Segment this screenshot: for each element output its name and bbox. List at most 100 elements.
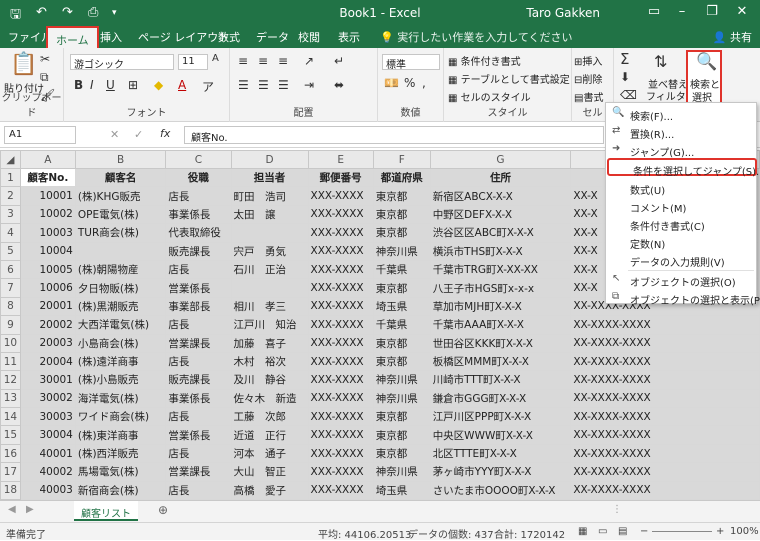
cell[interactable]: (株)東洋商事 <box>74 425 167 445</box>
cell[interactable]: XX-XXXX-XXXX <box>570 370 760 390</box>
bold-icon[interactable]: B <box>74 78 83 92</box>
cell[interactable]: XX-XXXX-XXXX <box>570 480 760 500</box>
cell[interactable]: XXX-XXXX <box>307 407 374 427</box>
share-button[interactable]: 👤 共有 <box>713 29 752 45</box>
cell[interactable]: 神奈川県 <box>372 388 431 409</box>
cell[interactable]: 40002 <box>19 462 76 482</box>
cell[interactable]: 事業係長 <box>165 388 232 409</box>
border-icon[interactable]: ⊞ <box>128 78 138 92</box>
cell[interactable]: 40003 <box>19 480 76 500</box>
clear-icon[interactable]: ⌫ <box>620 88 637 102</box>
cell[interactable]: 東京都 <box>372 186 431 206</box>
cell[interactable]: 茅ヶ崎市YYY町X-X-X <box>429 462 572 482</box>
cell[interactable] <box>230 223 309 243</box>
fill-color-icon[interactable]: ◆ <box>154 78 163 92</box>
cell[interactable]: (株)小島販売 <box>74 370 167 390</box>
cell[interactable]: 埼玉県 <box>372 480 431 500</box>
cell[interactable]: XXX-XXXX <box>307 241 374 261</box>
cell[interactable]: XX-XXXX-XXXX <box>570 443 760 464</box>
cell[interactable]: 海洋電気(株) <box>74 388 167 409</box>
cell[interactable]: XX-XXXX-XXXX <box>570 333 760 353</box>
select-all-corner[interactable]: ◢ <box>0 150 21 169</box>
conditional-formatting-button[interactable]: ▦ 条件付き書式 <box>448 53 521 68</box>
cell[interactable]: 江戸川区PPP町X-X-X <box>429 407 572 427</box>
row-header[interactable]: 11 <box>0 351 21 372</box>
cell[interactable]: 都道府県 <box>372 167 431 188</box>
cell[interactable]: XXX-XXXX <box>307 204 374 225</box>
cell[interactable]: 木村 裕次 <box>230 351 309 372</box>
cell[interactable]: 江戸川 知治 <box>230 315 309 335</box>
cell[interactable]: 20003 <box>19 333 76 353</box>
row-header[interactable]: 6 <box>0 259 21 280</box>
cell[interactable]: 神奈川県 <box>372 241 431 261</box>
page-layout-view-icon[interactable]: ▭ <box>598 526 607 537</box>
align-middle-icon[interactable]: ≡ <box>258 54 268 68</box>
align-top-icon[interactable]: ≡ <box>238 54 248 68</box>
menu-item-goto-special[interactable]: 条件を選択してジャンプ(S)... <box>607 158 760 178</box>
cell[interactable]: XX-XXXX-XXXX <box>570 462 760 482</box>
cell[interactable]: 事業係長 <box>165 204 232 225</box>
cell[interactable]: 20001 <box>19 296 76 317</box>
cell[interactable]: 加藤 喜子 <box>230 333 309 353</box>
cell[interactable]: 工藤 次郎 <box>230 407 309 427</box>
column-header-g[interactable]: G <box>429 150 572 169</box>
comma-icon[interactable]: , <box>422 76 426 90</box>
cell[interactable]: 30004 <box>19 425 76 445</box>
cell[interactable]: 店長 <box>165 443 232 464</box>
percent-icon[interactable]: % <box>404 76 415 90</box>
cell[interactable]: 東京都 <box>372 407 431 427</box>
cell[interactable]: 千葉市TRG町X-XX-XX <box>429 259 572 280</box>
menu-item-comments[interactable]: コメント(M) <box>606 197 756 215</box>
row-header[interactable]: 16 <box>0 443 21 464</box>
cell[interactable]: 代表取締役 <box>165 223 232 243</box>
format-button[interactable]: ▤書式 <box>574 89 603 104</box>
menu-item-find[interactable]: 🔍 検索(F)... <box>606 105 756 123</box>
tab-home[interactable]: ホーム <box>46 26 99 48</box>
cell[interactable]: 30003 <box>19 407 76 427</box>
cell[interactable]: 河本 通子 <box>230 443 309 464</box>
tab-formulas[interactable]: 数式 <box>218 29 240 45</box>
cell[interactable]: 顧客名 <box>74 167 167 188</box>
cell[interactable]: 新宿商会(株) <box>74 480 167 500</box>
row-header[interactable]: 17 <box>0 462 21 482</box>
cell[interactable]: 鎌倉市GGG町X-X-X <box>429 388 572 409</box>
cell[interactable]: 東京都 <box>372 278 431 298</box>
zoom-out-icon[interactable]: − <box>640 526 648 537</box>
cell[interactable]: 10005 <box>19 259 76 280</box>
cell[interactable]: 佐々木 新造 <box>230 388 309 409</box>
cell[interactable]: 店長 <box>165 407 232 427</box>
cell[interactable]: 10004 <box>19 241 76 261</box>
menu-item-select-objects[interactable]: ↖ オブジェクトの選択(O) <box>606 271 756 289</box>
menu-item-formulas[interactable]: 数式(U) <box>606 179 756 197</box>
cell[interactable]: 20002 <box>19 315 76 335</box>
column-header-e[interactable]: E <box>307 150 374 169</box>
insert-function-icon[interactable]: fx <box>160 127 170 140</box>
row-header[interactable]: 4 <box>0 223 21 243</box>
cell[interactable]: (株)朝陽物産 <box>74 259 167 280</box>
row-header[interactable]: 5 <box>0 241 21 261</box>
align-left-icon[interactable]: ☰ <box>238 78 249 92</box>
tab-data[interactable]: データ <box>256 29 289 45</box>
cell[interactable]: XX-XXXX-XXXX <box>570 351 760 372</box>
cell[interactable]: 神奈川県 <box>372 370 431 390</box>
insert-button[interactable]: ⊞挿入 <box>574 53 602 68</box>
menu-item-selection-pane[interactable]: ⧉ オブジェクトの選択と表示(P)... <box>606 289 760 307</box>
enter-icon[interactable]: ✓ <box>134 128 143 141</box>
menu-item-conditional-formatting[interactable]: 条件付き書式(C) <box>606 215 756 233</box>
cell[interactable]: 住所 <box>429 167 572 188</box>
cell[interactable]: 及川 静谷 <box>230 370 309 390</box>
close-icon[interactable]: ✕ <box>732 4 752 19</box>
zoom-in-icon[interactable]: + <box>716 526 724 537</box>
cell[interactable]: 草加市MJH町X-X-X <box>429 296 572 317</box>
row-header[interactable]: 18 <box>0 480 21 500</box>
wrap-text-icon[interactable]: ↵ <box>334 54 344 68</box>
autosum-icon[interactable]: Σ <box>620 50 629 68</box>
row-header[interactable]: 7 <box>0 278 21 298</box>
cell[interactable]: 埼玉県 <box>372 296 431 317</box>
column-header-a[interactable]: A <box>19 150 76 169</box>
cell[interactable]: XXX-XXXX <box>307 315 374 335</box>
cell[interactable]: 千葉市AAA町X-X-X <box>429 315 572 335</box>
cell[interactable]: 役職 <box>165 167 232 188</box>
cell[interactable]: 横浜市THS町X-X-X <box>429 241 572 261</box>
tab-page-layout[interactable]: ページ レイアウト <box>138 29 229 45</box>
